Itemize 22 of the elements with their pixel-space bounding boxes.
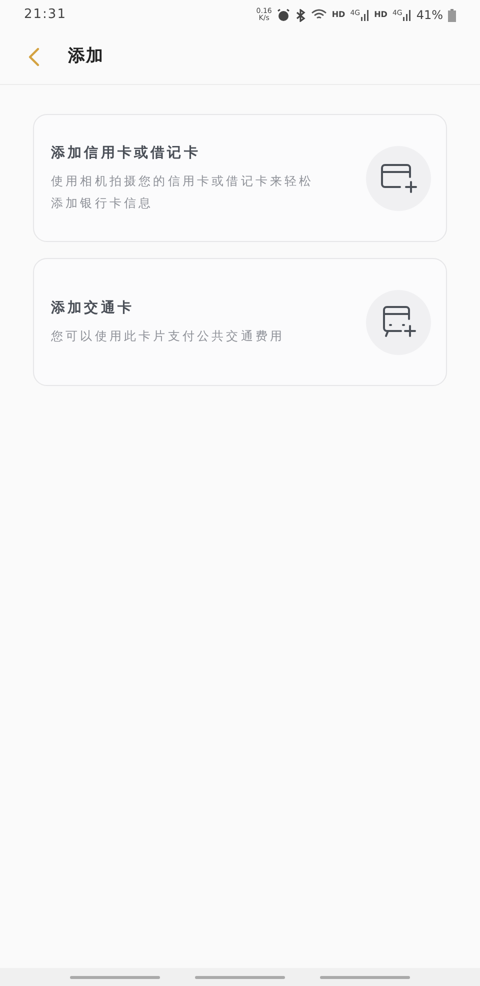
wifi-icon: [310, 9, 327, 21]
hd-label: HD: [332, 9, 346, 21]
option-title: 添加信用卡或借记卡: [51, 144, 202, 162]
signal-icon: [403, 10, 412, 20]
option-description: 使用相机拍摄您的信用卡或借记卡来轻松添加银行卡信息: [51, 172, 315, 212]
status-time: 21:31: [24, 6, 66, 24]
nav-bar-handle[interactable]: [320, 976, 410, 978]
nav-bar-handle[interactable]: [70, 976, 160, 978]
bluetooth-icon: [294, 8, 306, 22]
add-card-option[interactable]: 添加信用卡或借记卡 使用相机拍摄您的信用卡或借记卡来轻松添加银行卡信息: [33, 114, 447, 242]
battery-percent: 41%: [416, 7, 443, 24]
option-description: 您可以使用此卡片支付公共交通费用: [51, 328, 286, 344]
alarm-icon: [276, 8, 290, 22]
card-add-icon: [380, 162, 418, 194]
transit-card-add-icon: [380, 304, 416, 340]
signal-icon: [361, 10, 370, 20]
battery-icon: [448, 8, 456, 22]
hd-label: HD: [374, 9, 388, 21]
add-card-option[interactable]: 添加交通卡 您可以使用此卡片支付公共交通费用: [33, 258, 447, 386]
nav-bar-handle[interactable]: [195, 976, 285, 978]
option-title: 添加交通卡: [51, 298, 135, 318]
page-title: 添加: [68, 45, 104, 68]
